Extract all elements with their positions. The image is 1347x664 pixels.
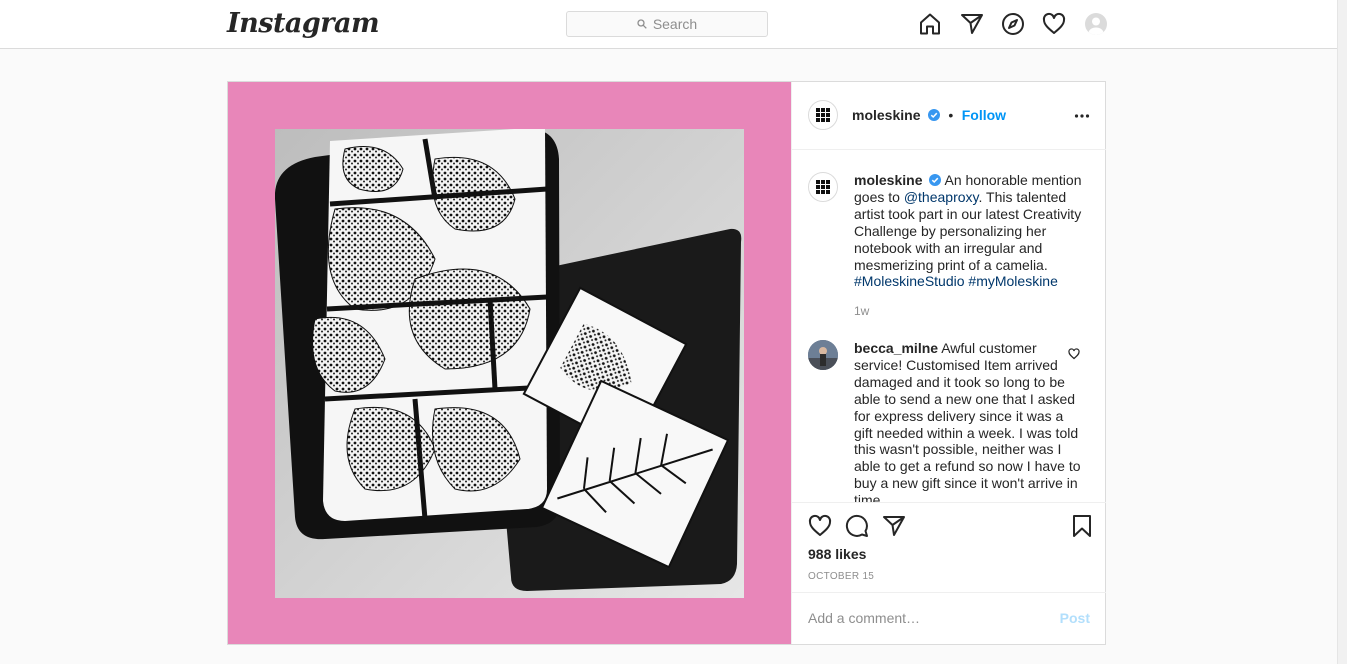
profile-photo-icon xyxy=(808,340,838,370)
comment-input[interactable]: Add a comment… xyxy=(808,610,920,626)
instagram-logo[interactable]: Instagram xyxy=(227,8,380,39)
profile-avatar[interactable] xyxy=(1085,13,1107,35)
verified-badge-icon xyxy=(929,174,942,186)
commenter-avatar[interactable] xyxy=(808,340,838,370)
add-comment-bar: Add a comment… Post xyxy=(792,592,1106,644)
comment-bubble-icon[interactable] xyxy=(845,514,869,538)
hashtag-link[interactable]: #MoleskineStudio xyxy=(854,273,965,289)
author-avatar[interactable] xyxy=(808,100,838,130)
author-username[interactable]: moleskine xyxy=(852,107,920,123)
caption-author-avatar[interactable] xyxy=(808,172,838,202)
post-header: moleskine • Follow xyxy=(792,82,1106,150)
caption-username[interactable]: moleskine xyxy=(854,172,922,188)
post-date[interactable]: OCTOBER 15 xyxy=(808,571,874,582)
home-icon[interactable] xyxy=(918,12,942,36)
save-bookmark-icon[interactable] xyxy=(1070,514,1094,538)
likes-count[interactable]: 988 likes xyxy=(808,546,866,562)
top-nav-bar: Instagram Search xyxy=(0,0,1337,49)
search-box[interactable]: Search xyxy=(566,11,768,37)
comment-username[interactable]: becca_milne xyxy=(854,340,938,356)
post-sidebar: moleskine • Follow moleskine An honorabl… xyxy=(791,82,1106,644)
like-heart-icon[interactable] xyxy=(808,514,832,538)
caption-mention-link[interactable]: @theaproxy xyxy=(904,189,979,205)
post-photo[interactable] xyxy=(275,129,744,598)
follow-button[interactable]: Follow xyxy=(962,107,1006,123)
caption: moleskine An honorable mention goes to @… xyxy=(854,172,1084,290)
post-comment-button[interactable]: Post xyxy=(1060,610,1090,626)
comment-item: becca_milne Awful customer service! Cust… xyxy=(854,340,1084,502)
comment-text: Awful customer service! Customised Item … xyxy=(854,340,1081,502)
activity-heart-icon[interactable] xyxy=(1042,12,1066,36)
direct-icon[interactable] xyxy=(960,12,984,36)
explore-icon[interactable] xyxy=(1001,12,1025,36)
like-comment-heart-icon[interactable] xyxy=(1068,348,1080,360)
page-scrollbar[interactable] xyxy=(1337,0,1347,664)
post-media xyxy=(228,82,791,644)
search-icon xyxy=(637,19,647,29)
hashtag-link[interactable]: #myMoleskine xyxy=(968,273,1057,289)
author-line: moleskine • Follow xyxy=(852,107,1006,125)
post-actions: 988 likes OCTOBER 15 xyxy=(792,502,1106,592)
verified-badge-icon xyxy=(927,109,940,121)
caption-timestamp[interactable]: 1w xyxy=(854,304,869,318)
default-avatar-icon xyxy=(1088,17,1104,35)
share-direct-icon[interactable] xyxy=(882,514,906,538)
separator-dot: • xyxy=(948,107,954,123)
post-card: moleskine • Follow moleskine An honorabl… xyxy=(227,81,1106,645)
notebook-photo xyxy=(275,129,744,598)
comments-list[interactable]: moleskine An honorable mention goes to @… xyxy=(792,150,1106,502)
search-placeholder: Search xyxy=(652,16,698,32)
more-options-icon[interactable] xyxy=(1074,110,1090,122)
